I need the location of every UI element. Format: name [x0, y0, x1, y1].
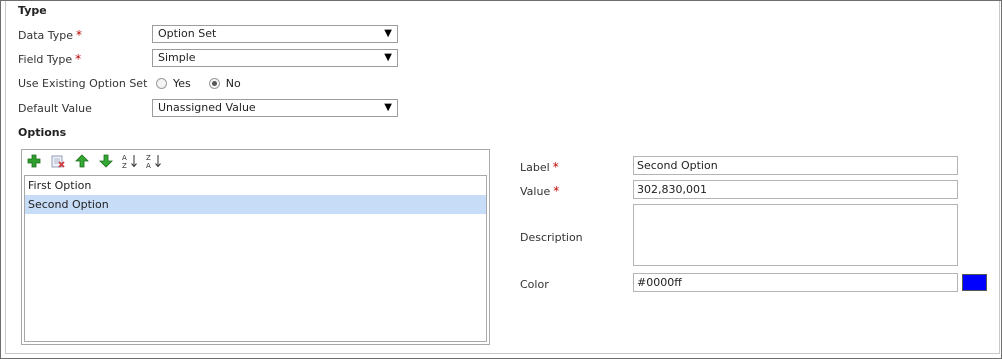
option-color-label: Color [520, 278, 549, 291]
options-section-title: Options [18, 126, 67, 139]
field-type-select[interactable]: Simple ▼ [152, 49, 398, 67]
default-value-label: Default Value [18, 102, 92, 115]
default-value-value: Unassigned Value [158, 101, 256, 114]
move-down-icon[interactable] [98, 153, 114, 169]
default-value-select[interactable]: Unassigned Value ▼ [152, 99, 398, 117]
option-value-label: Value * [520, 184, 559, 198]
data-type-value: Option Set [158, 27, 217, 40]
radio-yes[interactable] [156, 78, 167, 89]
option-set-editor: Type Data Type * Option Set ▼ Field Type *… [0, 0, 1002, 359]
required-marker: * [75, 52, 82, 66]
radio-no-label: No [225, 77, 241, 90]
use-existing-radio-group: Yes No [156, 77, 259, 90]
delete-icon[interactable] [50, 153, 66, 169]
svg-text:A: A [146, 162, 151, 169]
required-marker: * [553, 184, 560, 198]
svg-text:Z: Z [146, 154, 151, 162]
option-label-label: Label * [520, 160, 559, 174]
option-value-input[interactable]: 302,830,001 [633, 180, 958, 199]
use-existing-label: Use Existing Option Set [18, 77, 148, 90]
color-swatch[interactable] [962, 274, 987, 291]
data-type-select[interactable]: Option Set ▼ [152, 25, 398, 43]
required-marker: * [552, 160, 559, 174]
sort-descending-icon[interactable]: ZA [146, 153, 162, 169]
dropdown-arrow-icon: ▼ [384, 102, 392, 113]
svg-text:Z: Z [122, 162, 127, 169]
options-list: First Option Second Option [24, 175, 487, 342]
option-description-textarea[interactable] [633, 204, 958, 266]
move-up-icon[interactable] [74, 153, 90, 169]
dropdown-arrow-icon: ▼ [384, 28, 392, 39]
option-label-label-text: Label [520, 161, 550, 174]
options-toolbar: AZ ZA [22, 150, 489, 172]
dropdown-arrow-icon: ▼ [384, 52, 392, 63]
option-label-input[interactable]: Second Option [633, 156, 958, 175]
options-list-panel: AZ ZA First Option Second Option [21, 149, 490, 345]
option-description-label: Description [520, 231, 583, 244]
radio-no[interactable] [208, 78, 220, 89]
option-color-input[interactable]: #0000ff [633, 273, 958, 292]
required-marker: * [76, 28, 83, 42]
list-item-second-option[interactable]: Second Option [25, 195, 486, 214]
data-type-label-text: Data Type [18, 29, 74, 42]
svg-text:A: A [122, 154, 127, 162]
option-value-label-text: Value [520, 185, 551, 198]
add-icon[interactable] [26, 153, 42, 169]
data-type-label: Data Type * [18, 28, 82, 42]
list-item-first-option[interactable]: First Option [25, 176, 486, 195]
field-type-value: Simple [158, 51, 196, 64]
field-type-label: Field Type * [18, 52, 81, 66]
type-section-title: Type [18, 4, 47, 17]
field-type-label-text: Field Type [18, 53, 73, 66]
sort-ascending-icon[interactable]: AZ [122, 153, 138, 169]
radio-yes-label: Yes [173, 77, 191, 90]
